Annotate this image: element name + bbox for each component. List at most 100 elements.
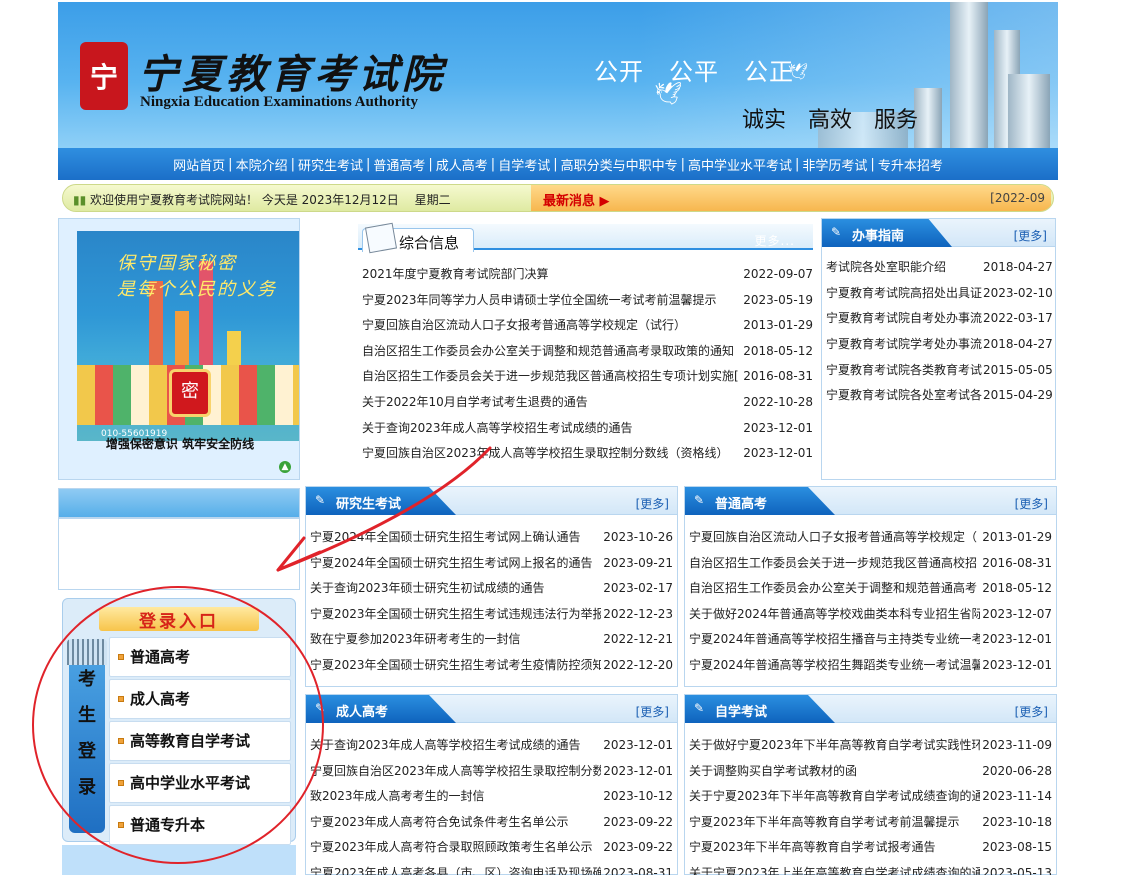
nav-item-vocational[interactable]: 高职分类与中职中专 — [561, 155, 678, 174]
nav-item-academic-level[interactable]: 高中学业水平考试 — [688, 155, 792, 174]
scrolling-news-link[interactable]: [2022-09 — [990, 191, 1045, 205]
guide-title[interactable]: 宁夏教育考试院高招处出具证 — [826, 281, 983, 307]
list-item[interactable]: 关于做好宁夏2023年下半年高等教育自学考试实践性环 2023-11-09 — [689, 733, 1052, 759]
list-item[interactable]: 致2023年成人高考考生的一封信 2023-10-12 — [310, 784, 673, 810]
news-title[interactable]: 宁夏2023年全国硕士研究生招生考试考生疫情防控须知 — [310, 653, 601, 679]
news-title[interactable]: 自治区招生工作委员会办公室关于调整和规范普通高考录取政策的通知 — [362, 339, 741, 365]
news-title[interactable]: 关于宁夏2023年上半年高等教育自学考试成绩查询的通 — [689, 861, 980, 875]
gaokao-more-link[interactable]: [更多] — [1015, 495, 1048, 512]
self-study-header: ✎ 自学考试 [更多] — [685, 695, 1056, 723]
news-title[interactable]: 关于查询2023年硕士研究生初试成绩的通告 — [310, 576, 601, 602]
list-item[interactable]: 关于查询2023年硕士研究生初试成绩的通告 2023-02-17 — [310, 576, 673, 602]
news-title[interactable]: 宁夏回族自治区流动人口子女报考普通高等学校规定（试行） — [362, 313, 741, 339]
list-item[interactable]: 考试院各处室职能介绍 2018-04-27 — [826, 255, 1053, 281]
list-item[interactable]: 关于调整购买自学考试教材的函 2020-06-28 — [689, 759, 1052, 785]
list-item[interactable]: 自治区招生工作委员会关于进一步规范我区普通高校招生专项计划实施[2016-08-… — [362, 364, 813, 390]
news-title[interactable]: 宁夏2023年成人高考各县（市、区）咨询电话及现场确 — [310, 861, 601, 875]
service-guide-title: 办事指南 — [852, 229, 905, 244]
news-title[interactable]: 自治区招生工作委员会办公室关于调整和规范普通高考 — [689, 576, 980, 602]
news-title[interactable]: 宁夏2023年成人高考符合录取照顾政策考生名单公示 — [310, 835, 601, 861]
news-title[interactable]: 关于宁夏2023年下半年高等教育自学考试成绩查询的通 — [689, 784, 980, 810]
list-item[interactable]: 宁夏2024年普通高等学校招生舞蹈类专业统一考试温馨 2023-12-01 — [689, 653, 1052, 679]
list-item[interactable]: 宁夏2023年成人高考各县（市、区）咨询电话及现场确 2023-08-31 — [310, 861, 673, 875]
nav-item-home[interactable]: 网站首页 — [173, 155, 225, 174]
list-item[interactable]: 2021年度宁夏教育考试院部门决算 2022-09-07 — [362, 262, 813, 288]
news-title[interactable]: 宁夏2023年成人高考符合免试条件考生名单公示 — [310, 810, 601, 836]
news-title[interactable]: 宁夏2024年普通高等学校招生播音与主持类专业统一考 — [689, 627, 980, 653]
news-title[interactable]: 2021年度宁夏教育考试院部门决算 — [362, 262, 741, 288]
list-item[interactable]: 宁夏2023年下半年高等教育自学考试考前温馨提示 2023-10-18 — [689, 810, 1052, 836]
nav-item-about[interactable]: 本院介绍 — [236, 155, 288, 174]
list-item[interactable]: 宁夏2023年同等学力人员申请硕士学位全国统一考试考前温馨提示 2023-05-1… — [362, 288, 813, 314]
news-title[interactable]: 关于2022年10月自学考试考生退费的通告 — [362, 390, 741, 416]
list-item[interactable]: 宁夏2023年全国硕士研究生招生考试考生疫情防控须知 2022-12-20 — [310, 653, 673, 679]
news-title[interactable]: 关于查询2023年成人高等学校招生考试成绩的通告 — [310, 733, 601, 759]
nav-item-gaokao[interactable]: 普通高考 — [373, 155, 425, 174]
news-title[interactable]: 致2023年成人高考考生的一封信 — [310, 784, 601, 810]
news-title[interactable]: 关于做好宁夏2023年下半年高等教育自学考试实践性环 — [689, 733, 980, 759]
latest-news-text: 最新消息 — [543, 194, 596, 209]
list-item[interactable]: 宁夏2023年成人高考符合免试条件考生名单公示 2023-09-22 — [310, 810, 673, 836]
list-item[interactable]: 宁夏2023年全国硕士研究生招生考试违规违法行为举报 2022-12-23 — [310, 602, 673, 628]
list-item[interactable]: 宁夏2024年普通高等学校招生播音与主持类专业统一考 2023-12-01 — [689, 627, 1052, 653]
list-item[interactable]: 关于做好2024年普通高等学校戏曲类本科专业招生省际 2023-12-07 — [689, 602, 1052, 628]
list-item[interactable]: 自治区招生工作委员会办公室关于调整和规范普通高考录取政策的通知 2018-05-1… — [362, 339, 813, 365]
nav-item-adult[interactable]: 成人高考 — [436, 155, 488, 174]
site-title[interactable]: 宁夏教育考试院 — [138, 42, 446, 100]
news-title[interactable]: 宁夏2023年同等学力人员申请硕士学位全国统一考试考前温馨提示 — [362, 288, 741, 314]
service-guide-more-link[interactable]: [更多] — [1014, 227, 1047, 244]
news-title[interactable]: 关于调整购买自学考试教材的函 — [689, 759, 980, 785]
guide-title[interactable]: 宁夏教育考试院自考处办事流 — [826, 306, 983, 332]
list-item[interactable]: 自治区招生工作委员会关于进一步规范我区普通高校招 2016-08-31 — [689, 551, 1052, 577]
list-item[interactable]: 宁夏2023年下半年高等教育自学考试报考通告 2023-08-15 — [689, 835, 1052, 861]
list-item[interactable]: 宁夏2023年成人高考符合录取照顾政策考生名单公示 2023-09-22 — [310, 835, 673, 861]
news-title[interactable]: 致在宁夏参加2023年研考考生的一封信 — [310, 627, 601, 653]
self-study-more-link[interactable]: [更多] — [1015, 703, 1048, 720]
list-item[interactable]: 自治区招生工作委员会办公室关于调整和规范普通高考 2018-05-12 — [689, 576, 1052, 602]
news-date: 2016-08-31 — [982, 555, 1052, 570]
guide-title[interactable]: 考试院各处室职能介绍 — [826, 255, 983, 281]
news-title[interactable]: 自治区招生工作委员会关于进一步规范我区普通高校招生专项计划实施[ — [362, 364, 741, 390]
news-title[interactable]: 宁夏2023年全国硕士研究生招生考试违规违法行为举报 — [310, 602, 601, 628]
integrated-info-tab[interactable]: 综合信息 — [362, 222, 474, 254]
guide-date: 2018-04-27 — [983, 337, 1053, 352]
news-date: 2023-12-07 — [982, 606, 1052, 621]
news-title[interactable]: 自治区招生工作委员会关于进一步规范我区普通高校招 — [689, 551, 980, 577]
integrated-info-more-link[interactable]: 更多... — [755, 232, 795, 249]
nav-item-graduate[interactable]: 研究生考试 — [298, 155, 363, 174]
list-item[interactable]: 宁夏教育考试院各类教育考试 2015-05-05 — [826, 358, 1053, 384]
news-date: 2023-12-01 — [982, 632, 1052, 647]
list-item[interactable]: 关于2022年10月自学考试考生退费的通告 2022-10-28 — [362, 390, 813, 416]
security-poster[interactable]: 保守国家秘密 是每个公民的义务 密 010-55601919 — [77, 231, 299, 441]
guide-title[interactable]: 宁夏教育考试院学考处办事流 — [826, 332, 983, 358]
list-item[interactable]: 宁夏回族自治区流动人口子女报考普通高等学校规定（ 2013-01-29 — [689, 525, 1052, 551]
list-item[interactable]: 关于宁夏2023年下半年高等教育自学考试成绩查询的通 2023-11-14 — [689, 784, 1052, 810]
logo-icon[interactable]: 宁 — [80, 42, 128, 110]
list-item[interactable]: 致在宁夏参加2023年研考考生的一封信 2022-12-21 — [310, 627, 673, 653]
news-title[interactable]: 宁夏2024年普通高等学校招生舞蹈类专业统一考试温馨 — [689, 653, 980, 679]
list-item[interactable]: 宁夏回族自治区2023年成人高等学校招生录取控制分数 2023-12-01 — [310, 759, 673, 785]
list-item[interactable]: 关于宁夏2023年上半年高等教育自学考试成绩查询的通 2023-05-13 — [689, 861, 1052, 875]
guide-date: 2015-05-05 — [983, 362, 1053, 377]
news-date: 2023-08-15 — [982, 840, 1052, 855]
nav-item-selfstudy[interactable]: 自学考试 — [498, 155, 550, 174]
nav-item-non-degree[interactable]: 非学历考试 — [802, 155, 867, 174]
news-title[interactable]: 宁夏回族自治区2023年成人高等学校招生录取控制分数 — [310, 759, 601, 785]
self-study-panel: ✎ 自学考试 [更多] 关于做好宁夏2023年下半年高等教育自学考试实践性环 20… — [684, 694, 1057, 875]
list-item[interactable]: 宁夏教育考试院自考处办事流 2022-03-17 — [826, 306, 1053, 332]
list-item[interactable]: 关于查询2023年成人高等学校招生考试成绩的通告 2023-12-01 — [310, 733, 673, 759]
list-item[interactable]: 宁夏教育考试院各处室考试各 2015-04-29 — [826, 383, 1053, 409]
news-title[interactable]: 宁夏回族自治区流动人口子女报考普通高等学校规定（ — [689, 525, 980, 551]
news-date: 2023-10-18 — [982, 814, 1052, 829]
list-item[interactable]: 宁夏教育考试院学考处办事流 2018-04-27 — [826, 332, 1053, 358]
list-item[interactable]: 宁夏回族自治区流动人口子女报考普通高等学校规定（试行） 2013-01-29 — [362, 313, 813, 339]
news-title[interactable]: 关于做好2024年普通高等学校戏曲类本科专业招生省际 — [689, 602, 980, 628]
news-title[interactable]: 宁夏2023年下半年高等教育自学考试考前温馨提示 — [689, 810, 980, 836]
graduate-exam-more-link[interactable]: [更多] — [636, 495, 669, 512]
nav-item-upgrade[interactable]: 专升本招考 — [878, 155, 943, 174]
guide-title[interactable]: 宁夏教育考试院各处室考试各 — [826, 383, 983, 409]
list-item[interactable]: 宁夏教育考试院高招处出具证 2023-02-10 — [826, 281, 1053, 307]
adult-exam-more-link[interactable]: [更多] — [636, 703, 669, 720]
news-title[interactable]: 宁夏2023年下半年高等教育自学考试报考通告 — [689, 835, 980, 861]
guide-title[interactable]: 宁夏教育考试院各类教育考试 — [826, 358, 983, 384]
